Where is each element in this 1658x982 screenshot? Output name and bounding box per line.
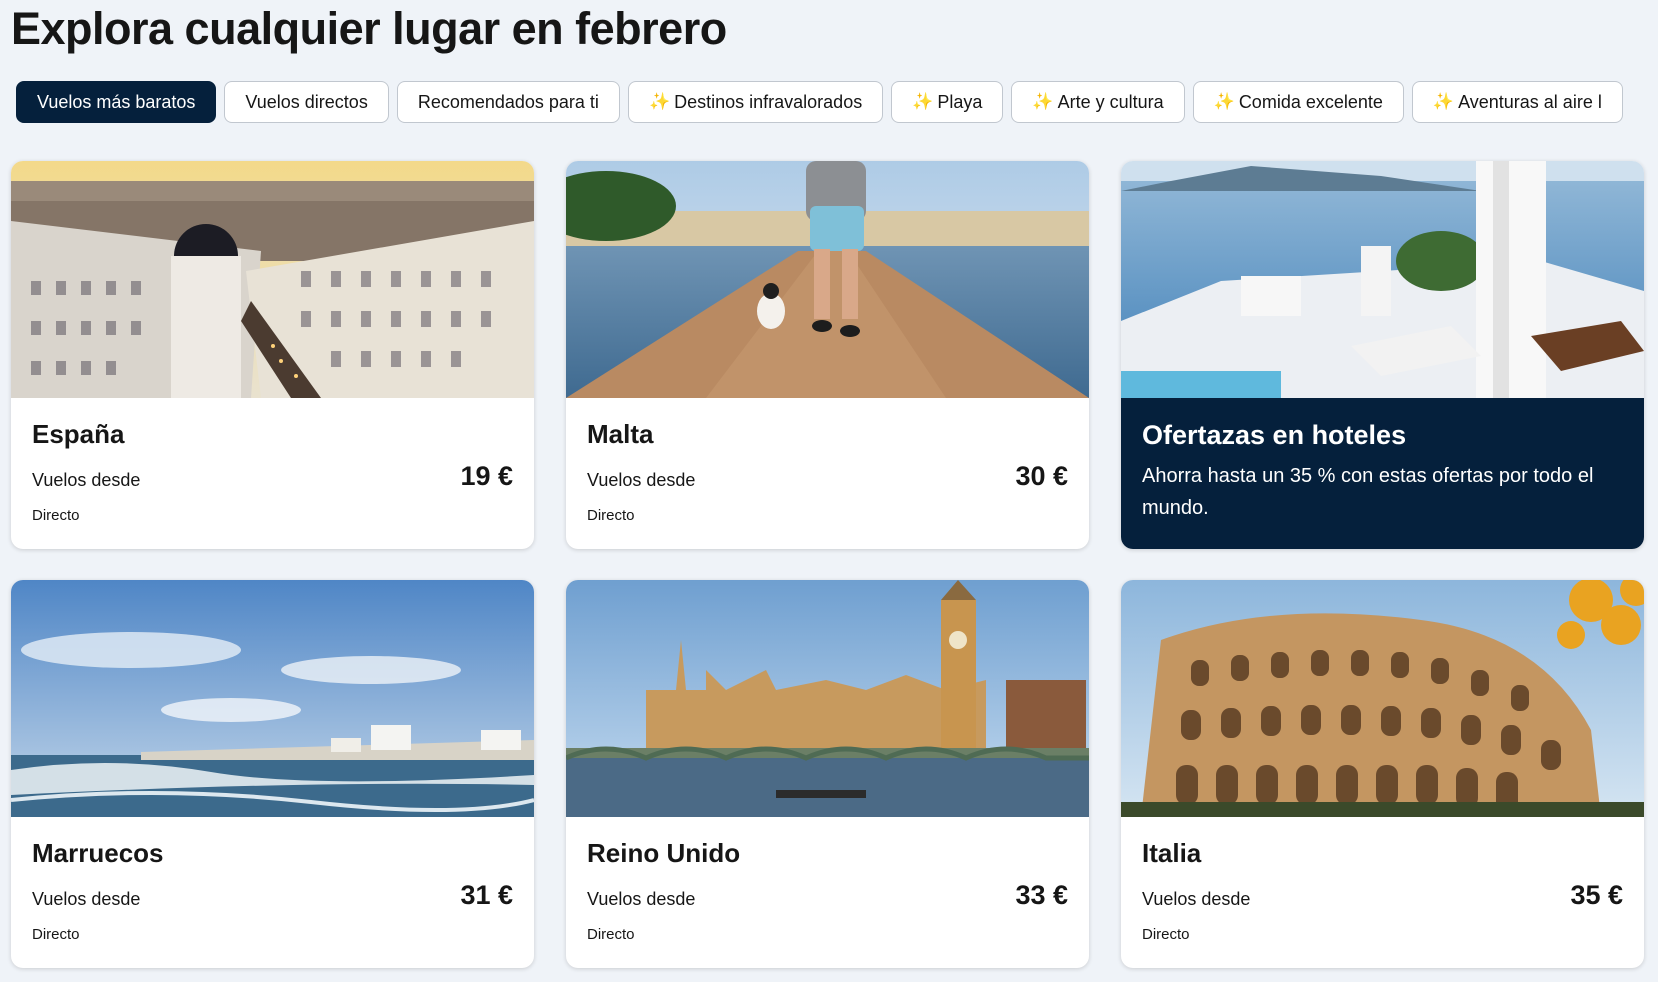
sparkles-icon: ✨ bbox=[1032, 92, 1054, 111]
chip-beach[interactable]: ✨ Playa bbox=[891, 81, 1004, 123]
chip-label: Aventuras al aire l bbox=[1458, 91, 1602, 112]
malta-pier-photo bbox=[566, 161, 1089, 398]
destination-card-morocco[interactable]: Marruecos Vuelos desde 31 € Directo bbox=[11, 580, 534, 968]
destination-price: 35 € bbox=[1570, 880, 1623, 910]
destination-name: Marruecos bbox=[32, 838, 164, 868]
promo-card-hotels[interactable]: Ofertazas en hoteles Ahorra hasta un 35 … bbox=[1121, 161, 1644, 549]
london-parliament-photo bbox=[566, 580, 1089, 817]
destination-price: 31 € bbox=[460, 880, 513, 910]
chip-underrated-destinations[interactable]: ✨ Destinos infravalorados bbox=[627, 81, 884, 123]
page-title: Explora cualquier lugar en febrero bbox=[11, 3, 727, 54]
chip-cheapest-flights[interactable]: Vuelos más baratos bbox=[16, 81, 217, 123]
flights-from-label: Vuelos desde bbox=[1142, 889, 1251, 909]
flights-from-label: Vuelos desde bbox=[32, 889, 141, 909]
filter-chips: Vuelos más baratos Vuelos directos Recomen… bbox=[16, 81, 1658, 123]
destination-name: Italia bbox=[1142, 838, 1202, 868]
destination-card-malta[interactable]: Malta Vuelos desde 30 € Directo bbox=[566, 161, 1089, 549]
chip-label: Vuelos directos bbox=[245, 91, 368, 112]
route-type: Directo bbox=[587, 507, 635, 524]
route-type: Directo bbox=[1142, 926, 1190, 943]
chip-art-culture[interactable]: ✨ Arte y cultura bbox=[1011, 81, 1185, 123]
promo-title: Ofertazas en hoteles bbox=[1142, 420, 1407, 450]
hotel-terrace-sea-photo bbox=[1121, 161, 1644, 398]
route-type: Directo bbox=[32, 926, 80, 943]
destination-price: 33 € bbox=[1015, 880, 1068, 910]
route-type: Directo bbox=[32, 507, 80, 524]
chip-label: Comida excelente bbox=[1238, 91, 1383, 112]
chip-direct-flights[interactable]: Vuelos directos bbox=[224, 81, 389, 123]
chip-label: Vuelos más baratos bbox=[37, 91, 196, 112]
destination-name: España bbox=[32, 419, 125, 449]
promo-content: Ofertazas en hoteles Ahorra hasta un 35 … bbox=[1121, 398, 1644, 549]
chip-label: Playa bbox=[937, 91, 983, 112]
destination-card-uk[interactable]: Reino Unido Vuelos desde 33 € Directo bbox=[566, 580, 1089, 968]
morocco-coast-photo bbox=[11, 580, 534, 817]
flights-from-label: Vuelos desde bbox=[587, 470, 696, 490]
flights-from-label: Vuelos desde bbox=[587, 889, 696, 909]
flights-from-label: Vuelos desde bbox=[32, 470, 141, 490]
chip-recommended[interactable]: Recomendados para ti bbox=[396, 81, 620, 123]
chip-label: Recomendados para ti bbox=[417, 91, 599, 112]
sparkles-icon: ✨ bbox=[912, 92, 934, 111]
chip-label: Arte y cultura bbox=[1057, 91, 1164, 112]
sparkles-icon: ✨ bbox=[1432, 92, 1455, 111]
destination-price: 30 € bbox=[1015, 461, 1068, 491]
madrid-city-photo bbox=[11, 161, 534, 398]
chip-great-food[interactable]: ✨ Comida excelente bbox=[1192, 81, 1404, 123]
chip-outdoor-adventures[interactable]: ✨ Aventuras al aire l bbox=[1411, 81, 1623, 123]
sparkles-icon: ✨ bbox=[648, 92, 671, 111]
destination-name: Reino Unido bbox=[587, 838, 741, 868]
destination-price: 19 € bbox=[460, 461, 513, 491]
route-type: Directo bbox=[587, 926, 635, 943]
destination-card-italy[interactable]: Italia Vuelos desde 35 € Directo bbox=[1121, 580, 1644, 968]
sparkles-icon: ✨ bbox=[1213, 92, 1235, 111]
chip-label: Destinos infravalorados bbox=[674, 91, 863, 112]
rome-colosseum-photo bbox=[1121, 580, 1644, 817]
destination-card-spain[interactable]: España Vuelos desde 19 € Directo bbox=[11, 161, 534, 549]
destination-name: Malta bbox=[587, 419, 654, 449]
promo-description: Ahorra hasta un 35 % con estas ofertas p… bbox=[1142, 465, 1594, 519]
